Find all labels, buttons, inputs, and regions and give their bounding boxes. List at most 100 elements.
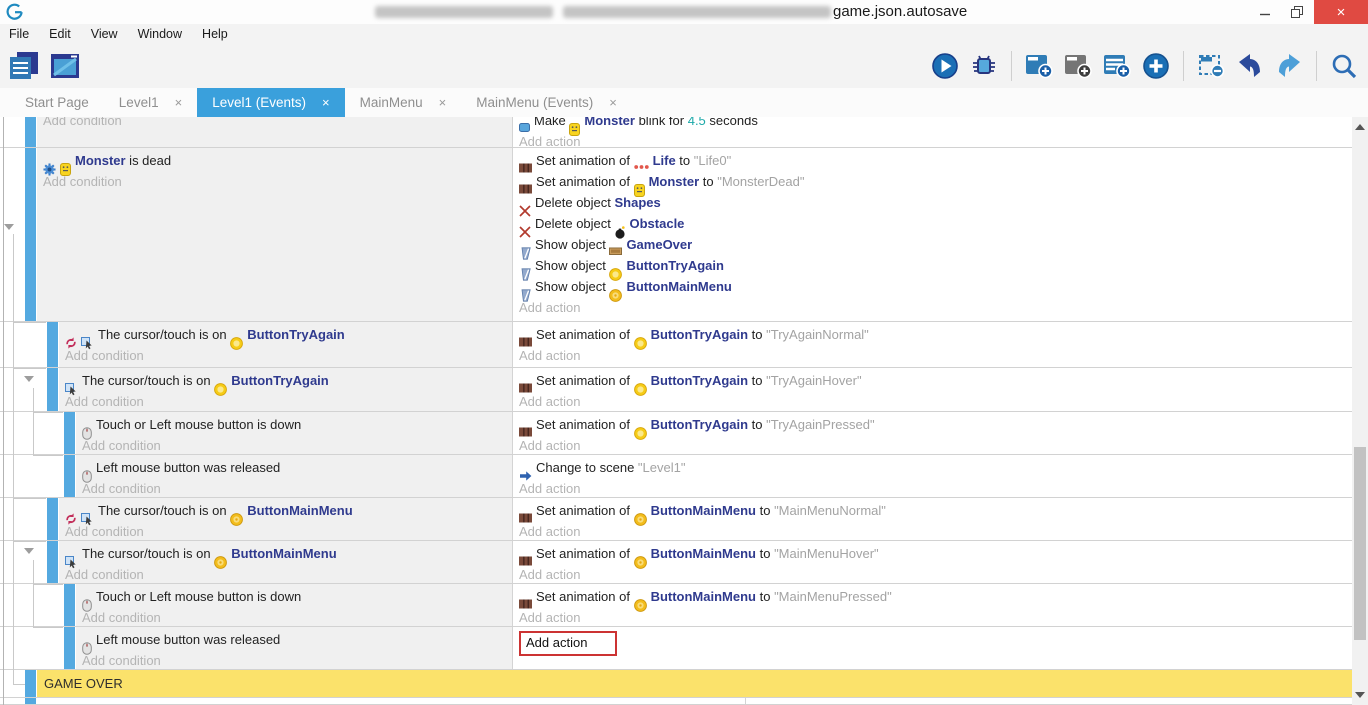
event-row[interactable]: [0, 698, 1352, 705]
action-line[interactable]: Set animation of Monster to "MonsterDead…: [513, 171, 1352, 192]
menu-help[interactable]: Help: [192, 27, 238, 41]
add-new-icon[interactable]: [1140, 50, 1172, 82]
tab-mainmenu[interactable]: MainMenu×: [345, 88, 462, 117]
condition-line[interactable]: Monster is dead: [37, 148, 512, 171]
add-condition-link[interactable]: Add condition: [59, 564, 512, 583]
undo-icon[interactable]: [1234, 50, 1266, 82]
condition-line[interactable]: Left mouse button was released: [76, 627, 512, 650]
expander-icon[interactable]: [24, 376, 34, 382]
search-icon[interactable]: [1328, 50, 1360, 82]
add-action-link[interactable]: Add action: [513, 297, 1352, 318]
event-drag-bar[interactable]: [25, 698, 36, 704]
condition-line[interactable]: The cursor/touch is on ButtonMainMenu: [59, 541, 512, 564]
actions-cell[interactable]: Set animation of ButtonMainMenu to "Main…: [513, 498, 1352, 540]
conditions-cell[interactable]: Monster is deadAdd condition: [37, 148, 513, 321]
condition-line[interactable]: Touch or Left mouse button is down: [76, 412, 512, 435]
conditions-cell[interactable]: Touch or Left mouse button is downAdd co…: [76, 584, 513, 626]
tab-close-icon[interactable]: ×: [322, 95, 330, 110]
event-drag-bar[interactable]: [47, 541, 58, 583]
add-event-icon[interactable]: [1023, 50, 1055, 82]
add-condition-link[interactable]: Add condition: [76, 650, 512, 669]
conditions-cell[interactable]: The cursor/touch is on ButtonMainMenuAdd…: [59, 498, 513, 540]
scroll-down-icon[interactable]: [1355, 692, 1365, 698]
tab-close-icon[interactable]: ×: [175, 95, 183, 110]
event-row[interactable]: Left mouse button was releasedAdd condit…: [0, 455, 1352, 498]
remove-event-icon[interactable]: [1195, 50, 1227, 82]
scene-editor-icon[interactable]: [49, 50, 81, 82]
action-line[interactable]: Show object GameOver: [513, 234, 1352, 255]
menu-edit[interactable]: Edit: [39, 27, 81, 41]
event-drag-bar[interactable]: [47, 368, 58, 411]
tab-mainmenu-events-[interactable]: MainMenu (Events)×: [461, 88, 632, 117]
tab-close-icon[interactable]: ×: [609, 95, 617, 110]
event-row[interactable]: GAME OVER: [0, 670, 1352, 698]
add-action-link[interactable]: Add action: [513, 131, 1352, 147]
actions-cell[interactable]: Set animation of ButtonTryAgain to "TryA…: [513, 412, 1352, 454]
scroll-up-icon[interactable]: [1355, 124, 1365, 130]
add-condition-link[interactable]: Add condition: [76, 435, 512, 454]
add-condition-link[interactable]: Add condition: [37, 117, 512, 131]
tab-start-page[interactable]: Start Page: [10, 88, 104, 117]
actions-cell[interactable]: Set animation of ButtonMainMenu to "Main…: [513, 584, 1352, 626]
event-row[interactable]: The cursor/touch is on ButtonMainMenuAdd…: [0, 498, 1352, 541]
event-drag-bar[interactable]: [64, 455, 75, 497]
tab-close-icon[interactable]: ×: [439, 95, 447, 110]
close-button[interactable]: ×: [1314, 0, 1368, 24]
scrollbar-thumb[interactable]: [1354, 447, 1366, 640]
action-line[interactable]: Change to scene "Level1": [513, 455, 1352, 478]
comment-event[interactable]: GAME OVER: [37, 670, 1352, 697]
play-icon[interactable]: [929, 50, 961, 82]
event-drag-bar[interactable]: [64, 584, 75, 626]
conditions-cell[interactable]: Left mouse button was releasedAdd condit…: [76, 627, 513, 669]
actions-cell[interactable]: Set animation of ButtonMainMenu to "Main…: [513, 541, 1352, 583]
action-line[interactable]: Set animation of ButtonMainMenu to "Main…: [513, 584, 1352, 607]
event-drag-bar[interactable]: [64, 412, 75, 454]
action-line[interactable]: Make Monster blink for 4.5 seconds: [513, 117, 1352, 131]
action-line[interactable]: Set animation of ButtonTryAgain to "TryA…: [513, 322, 1352, 345]
expander-icon[interactable]: [4, 224, 14, 230]
event-row[interactable]: The cursor/touch is on ButtonMainMenuAdd…: [0, 541, 1352, 584]
add-condition-link[interactable]: Add condition: [76, 607, 512, 626]
add-action-highlighted[interactable]: Add action: [513, 627, 1352, 650]
event-drag-bar[interactable]: [64, 627, 75, 669]
event-drag-bar[interactable]: [47, 322, 58, 367]
conditions-cell[interactable]: Add condition: [37, 117, 513, 147]
condition-line[interactable]: The cursor/touch is on ButtonTryAgain: [59, 368, 512, 391]
conditions-cell[interactable]: The cursor/touch is on ButtonMainMenuAdd…: [59, 541, 513, 583]
menu-window[interactable]: Window: [128, 27, 192, 41]
actions-cell[interactable]: Make Monster blink for 4.5 secondsAdd ac…: [513, 117, 1352, 147]
conditions-cell[interactable]: Left mouse button was releasedAdd condit…: [76, 455, 513, 497]
minimize-button[interactable]: [1250, 0, 1280, 24]
actions-cell[interactable]: Set animation of Life to "Life0"Set anim…: [513, 148, 1352, 321]
add-subevent-icon[interactable]: [1062, 50, 1094, 82]
conditions-cell[interactable]: Touch or Left mouse button is downAdd co…: [76, 412, 513, 454]
redo-icon[interactable]: [1273, 50, 1305, 82]
expander-icon[interactable]: [24, 548, 34, 554]
event-row[interactable]: Touch or Left mouse button is downAdd co…: [0, 584, 1352, 627]
event-row[interactable]: Touch or Left mouse button is downAdd co…: [0, 412, 1352, 455]
vertical-scrollbar[interactable]: [1352, 117, 1368, 705]
add-comment-icon[interactable]: [1101, 50, 1133, 82]
condition-line[interactable]: The cursor/touch is on ButtonMainMenu: [59, 498, 512, 521]
add-condition-link[interactable]: Add condition: [59, 521, 512, 540]
project-manager-icon[interactable]: [8, 50, 40, 82]
condition-line[interactable]: The cursor/touch is on ButtonTryAgain: [59, 322, 512, 345]
actions-cell[interactable]: Change to scene "Level1"Add action: [513, 455, 1352, 497]
event-drag-bar[interactable]: [47, 498, 58, 540]
event-row[interactable]: The cursor/touch is on ButtonTryAgainAdd…: [0, 368, 1352, 412]
actions-cell[interactable]: Set animation of ButtonTryAgain to "TryA…: [513, 322, 1352, 367]
event-row[interactable]: Left mouse button was releasedAdd condit…: [0, 627, 1352, 670]
action-line[interactable]: Set animation of ButtonTryAgain to "TryA…: [513, 412, 1352, 435]
action-line[interactable]: Delete object Shapes: [513, 192, 1352, 213]
event-row[interactable]: The cursor/touch is on ButtonTryAgainAdd…: [0, 322, 1352, 368]
tab-level1-events-[interactable]: Level1 (Events)×: [197, 88, 344, 117]
restore-button[interactable]: [1282, 0, 1312, 24]
action-line[interactable]: Set animation of ButtonTryAgain to "TryA…: [513, 368, 1352, 391]
menu-file[interactable]: File: [0, 27, 39, 41]
actions-cell[interactable]: Add action: [513, 627, 1352, 669]
event-drag-bar[interactable]: [25, 148, 36, 321]
event-drag-bar[interactable]: [25, 117, 36, 147]
event-row[interactable]: Monster is deadAdd conditionSet animatio…: [0, 148, 1352, 322]
condition-line[interactable]: Touch or Left mouse button is down: [76, 584, 512, 607]
action-line[interactable]: Show object ButtonMainMenu: [513, 276, 1352, 297]
